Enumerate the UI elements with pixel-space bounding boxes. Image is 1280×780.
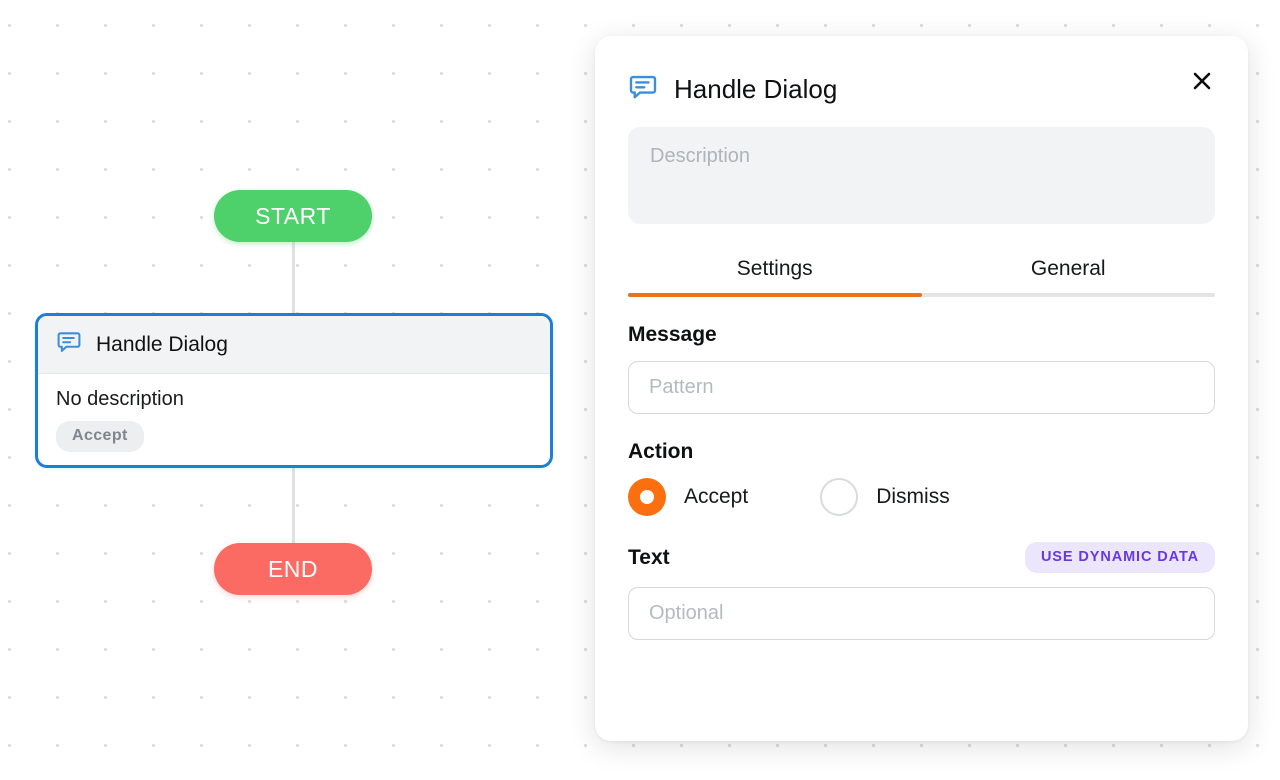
message-label: Message bbox=[628, 323, 717, 346]
text-optional-input[interactable] bbox=[628, 587, 1215, 640]
message-bubble-icon bbox=[56, 329, 82, 360]
radio-accept-label: Accept bbox=[684, 485, 749, 508]
start-node-label: START bbox=[255, 202, 331, 229]
tab-settings[interactable]: Settings bbox=[628, 251, 922, 297]
connector-action-to-end bbox=[292, 468, 295, 544]
description-input[interactable] bbox=[628, 127, 1215, 224]
radio-dismiss-label: Dismiss bbox=[876, 485, 950, 508]
panel-header: Handle Dialog bbox=[628, 36, 1215, 107]
text-field-block: Text USE DYNAMIC DATA bbox=[628, 542, 1215, 640]
action-field-block: Action Accept Dismiss bbox=[628, 440, 1215, 516]
end-node[interactable]: END bbox=[214, 543, 372, 595]
panel-title: Handle Dialog bbox=[674, 74, 838, 104]
action-label: Action bbox=[628, 440, 694, 463]
radio-option-accept[interactable]: Accept bbox=[628, 478, 748, 516]
text-label: Text bbox=[628, 545, 670, 569]
message-bubble-icon bbox=[628, 72, 658, 107]
radio-option-dismiss[interactable]: Dismiss bbox=[820, 478, 950, 516]
start-node[interactable]: START bbox=[214, 190, 372, 242]
close-icon[interactable] bbox=[1183, 62, 1221, 100]
tab-general[interactable]: General bbox=[922, 251, 1216, 297]
message-label-row: Message bbox=[628, 323, 1215, 347]
tab-active-indicator bbox=[628, 293, 922, 297]
message-pattern-input[interactable] bbox=[628, 361, 1215, 414]
action-node-header: Handle Dialog bbox=[38, 316, 550, 374]
radio-dismiss-indicator[interactable] bbox=[820, 478, 859, 516]
action-label-row: Action bbox=[628, 440, 1215, 464]
action-radio-group: Accept Dismiss bbox=[628, 478, 1215, 516]
action-node-chip: Accept bbox=[56, 421, 144, 452]
action-node-handle-dialog[interactable]: Handle Dialog No description Accept bbox=[35, 313, 553, 468]
node-settings-panel: Handle Dialog Settings General Message A… bbox=[595, 36, 1248, 741]
radio-accept-indicator[interactable] bbox=[628, 478, 666, 516]
action-node-title: Handle Dialog bbox=[96, 332, 228, 356]
message-field-block: Message bbox=[628, 323, 1215, 414]
use-dynamic-data-button[interactable]: USE DYNAMIC DATA bbox=[1024, 542, 1215, 573]
panel-tabs: Settings General bbox=[628, 251, 1215, 297]
text-label-row: Text USE DYNAMIC DATA bbox=[628, 542, 1215, 573]
connector-start-to-action bbox=[292, 241, 295, 315]
flow-graph: START Handle Dialog No description Accep… bbox=[0, 0, 600, 780]
end-node-label: END bbox=[267, 555, 319, 582]
action-node-description: No description bbox=[56, 388, 184, 410]
action-node-body: No description Accept bbox=[38, 374, 550, 452]
